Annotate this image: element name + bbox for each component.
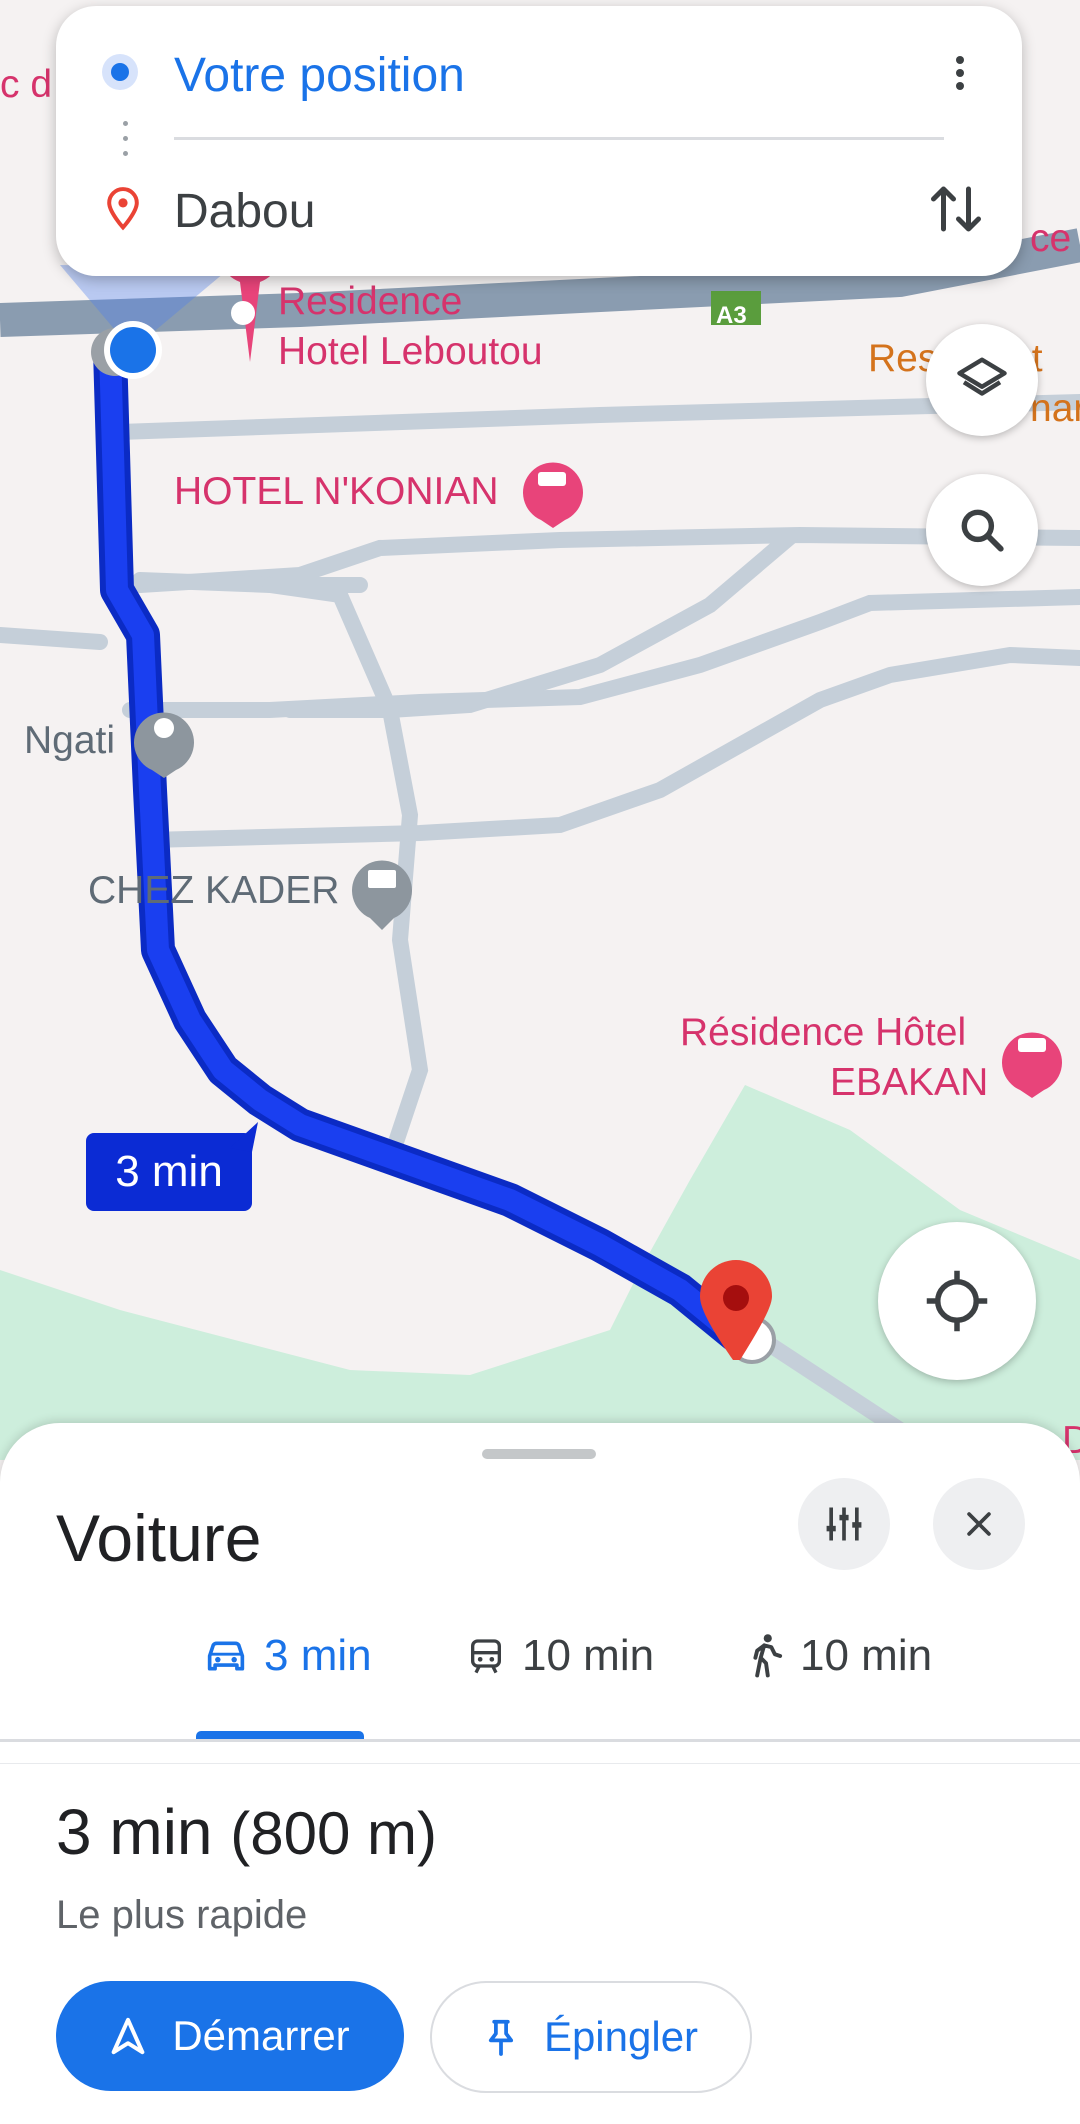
search-button[interactable]	[926, 474, 1038, 586]
section-divider	[0, 1763, 1080, 1764]
road-label-a3: A3	[716, 302, 747, 329]
sheet-title: Voiture	[56, 1501, 262, 1575]
map-label-ebakan[interactable]: EBAKAN	[830, 1060, 988, 1106]
close-icon	[967, 1512, 991, 1536]
layers-icon	[957, 357, 1007, 396]
destination-marker-icon	[107, 187, 139, 231]
crosshair-icon	[926, 1270, 988, 1332]
map-label-ngati[interactable]: Ngati	[24, 718, 115, 764]
route-duration: 3 min	[56, 1796, 213, 1868]
drag-handle[interactable]	[482, 1449, 596, 1459]
route-options-button[interactable]	[798, 1478, 890, 1570]
pin-button[interactable]: Épingler	[430, 1981, 752, 2093]
pin-label: Épingler	[543, 2013, 699, 2060]
directions-card: Votre position Dabou	[56, 6, 1022, 276]
tab-driving-label: 3 min	[264, 1631, 372, 1680]
train-icon	[471, 1639, 501, 1674]
recenter-button[interactable]	[878, 1222, 1036, 1380]
tab-walking[interactable]: 10 min	[748, 1626, 932, 1686]
tab-walking-label: 10 min	[800, 1631, 933, 1680]
layers-button[interactable]	[926, 324, 1038, 436]
tab-transit[interactable]: 10 min	[466, 1626, 654, 1686]
origin-dot-icon	[102, 54, 138, 90]
search-icon	[961, 509, 1004, 552]
route-description: Le plus rapide	[56, 1893, 308, 1937]
tabs-divider	[0, 1739, 1080, 1742]
current-location-dot[interactable]	[110, 327, 156, 373]
map-label-edge-left: c d	[0, 63, 53, 106]
connector-dots-icon	[123, 121, 128, 166]
start-label: Démarrer	[172, 2012, 350, 2059]
navigation-arrow-icon	[111, 2017, 145, 2055]
map-label-chez-kader[interactable]: CHEZ KADER	[88, 868, 339, 914]
tune-icon	[826, 1507, 862, 1541]
start-navigation-button[interactable]: Démarrer	[56, 1981, 404, 2091]
bottom-sheet: Voiture 3 min 10 min 10 min 3 min (800 m…	[0, 1423, 1080, 2124]
eta-bubble[interactable]: 3 min	[86, 1133, 252, 1211]
more-options-icon[interactable]	[936, 52, 984, 104]
map-label-hotel-leboutou[interactable]: Hotel Leboutou	[278, 329, 543, 375]
car-icon	[207, 1641, 245, 1671]
tab-transit-label: 10 min	[522, 1631, 655, 1680]
field-divider	[174, 137, 944, 140]
route-summary[interactable]: 3 min (800 m)	[56, 1795, 437, 1869]
swap-icon[interactable]	[926, 178, 986, 240]
tab-driving[interactable]: 3 min	[204, 1626, 372, 1686]
map-label-edge-right-top: ce	[1030, 217, 1072, 260]
close-button[interactable]	[933, 1478, 1025, 1570]
map-label-hotel-nkonian[interactable]: HOTEL N'KONIAN	[174, 469, 499, 515]
map-label-edge-right-3: nar	[1030, 387, 1080, 430]
pin-icon	[488, 2019, 514, 2056]
origin-field[interactable]: Votre position	[174, 48, 465, 103]
map-label-residence-hotel[interactable]: Résidence Hôtel	[680, 1010, 966, 1056]
eta-bubble-pointer	[230, 1122, 258, 1152]
walking-icon	[753, 1634, 783, 1678]
destination-field[interactable]: Dabou	[174, 184, 315, 239]
route-distance: (800 m)	[230, 1800, 437, 1867]
map-label-residence[interactable]: Residence	[278, 279, 462, 325]
